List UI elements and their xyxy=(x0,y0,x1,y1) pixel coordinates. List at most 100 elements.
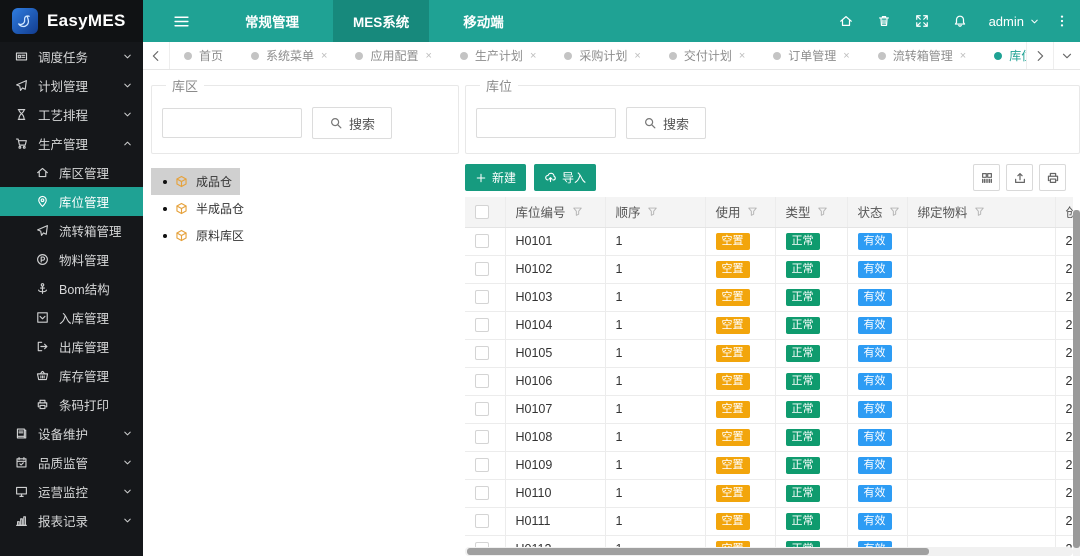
tab-label: 库位管理 xyxy=(1009,47,1026,64)
row-checkbox[interactable] xyxy=(475,262,489,276)
sidebar-item-barcode-print[interactable]: 条码打印 xyxy=(0,390,143,419)
sidebar-item-warehouse-area-management[interactable]: 库区管理 xyxy=(0,158,143,187)
sidebar-item-plan-management[interactable]: 计划管理 xyxy=(0,71,143,100)
sidebar-item-inventory-management[interactable]: 库存管理 xyxy=(0,361,143,390)
filter-funnel-icon[interactable] xyxy=(817,206,828,217)
sidebar-item-report-records[interactable]: 报表记录 xyxy=(0,506,143,535)
collapse-menu-icon[interactable] xyxy=(151,0,211,42)
row-checkbox[interactable] xyxy=(475,374,489,388)
topnav-item-general-management[interactable]: 常规管理 xyxy=(225,0,319,42)
sidebar-item-bom-structure[interactable]: Bom结构 xyxy=(0,274,143,303)
tab-系统菜单[interactable]: 系统菜单 × xyxy=(237,42,341,69)
tab-应用配置[interactable]: 应用配置× xyxy=(341,42,445,69)
import-button[interactable]: 导入 xyxy=(534,164,596,191)
vertical-scrollbar-thumb[interactable] xyxy=(1073,210,1080,548)
area-search-button[interactable]: 搜索 xyxy=(312,107,392,139)
table-row[interactable]: H01081空置正常有效20 xyxy=(465,423,1073,451)
table-row[interactable]: H01091空置正常有效20 xyxy=(465,451,1073,479)
sidebar-item-inbound-management[interactable]: 入库管理 xyxy=(0,303,143,332)
filter-funnel-icon[interactable] xyxy=(974,206,985,217)
tabs-scroll-left-icon[interactable] xyxy=(143,42,170,69)
more-options-icon[interactable] xyxy=(1050,0,1074,42)
table-row[interactable]: H01021空置正常有效20 xyxy=(465,255,1073,283)
notifications-bell-icon[interactable] xyxy=(941,0,979,42)
row-checkbox[interactable] xyxy=(475,402,489,416)
table-row[interactable]: H01101空置正常有效20 xyxy=(465,479,1073,507)
tab-生产计划[interactable]: 生产计划× xyxy=(446,42,550,69)
row-checkbox[interactable] xyxy=(475,318,489,332)
sidebar-item-operation-monitoring[interactable]: 运营监控 xyxy=(0,477,143,506)
type-badge: 正常 xyxy=(786,401,820,418)
row-checkbox[interactable] xyxy=(475,346,489,360)
tab-close-icon[interactable]: × xyxy=(530,50,536,62)
horizontal-scrollbar[interactable] xyxy=(465,547,1073,556)
row-checkbox[interactable] xyxy=(475,458,489,472)
sidebar-item-material-management[interactable]: 物料管理 xyxy=(0,245,143,274)
print-icon[interactable] xyxy=(1039,164,1066,191)
table-row[interactable]: H01031空置正常有效20 xyxy=(465,283,1073,311)
table-row[interactable]: H01051空置正常有效20 xyxy=(465,339,1073,367)
tab-close-icon[interactable]: × xyxy=(739,50,745,62)
status-badge-cell: 有效 xyxy=(847,227,907,255)
tab-label: 系统菜单 xyxy=(266,47,314,64)
tab-库位管理[interactable]: 库位管理× xyxy=(980,42,1026,69)
sidebar-item-warehouse-location-management[interactable]: 库位管理 xyxy=(0,187,143,216)
new-button[interactable]: 新建 xyxy=(465,164,526,191)
topnav-item-mobile[interactable]: 移动端 xyxy=(443,0,524,42)
tab-dot-icon xyxy=(878,52,886,60)
table-row[interactable]: H01041空置正常有效20 xyxy=(465,311,1073,339)
topnav-item-mes-system[interactable]: MES系统 xyxy=(333,0,429,42)
tab-close-icon[interactable]: × xyxy=(634,50,640,62)
filter-funnel-icon[interactable] xyxy=(572,206,583,217)
tab-采购计划[interactable]: 采购计划× xyxy=(550,42,654,69)
row-checkbox[interactable] xyxy=(475,486,489,500)
tab-首页[interactable]: 首页 xyxy=(170,42,237,69)
tabs-scroll-right-icon[interactable] xyxy=(1026,42,1053,69)
location-search-input[interactable] xyxy=(476,108,616,138)
user-menu[interactable]: admin xyxy=(979,14,1050,29)
tree-item-半成品仓[interactable]: 半成品仓 xyxy=(151,195,252,222)
sidebar-item-process-scheduling[interactable]: 工艺排程 xyxy=(0,100,143,129)
row-checkbox[interactable] xyxy=(475,514,489,528)
export-icon[interactable] xyxy=(1006,164,1033,191)
tree-item-成品仓[interactable]: 成品仓 xyxy=(151,168,240,195)
sidebar-item-transfer-box-management[interactable]: 流转箱管理 xyxy=(0,216,143,245)
sidebar-item-quality-supervision[interactable]: 品质监管 xyxy=(0,448,143,477)
home-icon[interactable] xyxy=(827,0,865,42)
filter-funnel-icon[interactable] xyxy=(889,206,900,217)
area-search-input[interactable] xyxy=(162,108,302,138)
clear-cache-icon[interactable] xyxy=(865,0,903,42)
tab-交付计划[interactable]: 交付计划× xyxy=(655,42,759,69)
table-viewport[interactable]: 库位编号顺序使用类型状态绑定物料创 H01011空置正常有效20H01021空置… xyxy=(465,197,1073,548)
sidebar-item-dispatch-tasks[interactable]: 调度任务 xyxy=(0,42,143,71)
row-checkbox[interactable] xyxy=(475,234,489,248)
location-search-button[interactable]: 搜索 xyxy=(626,107,706,139)
table-row[interactable]: H01011空置正常有效20 xyxy=(465,227,1073,255)
vertical-scrollbar[interactable] xyxy=(1073,210,1080,556)
tab-close-icon[interactable]: × xyxy=(843,50,849,62)
columns-filter-icon[interactable] xyxy=(973,164,1000,191)
tree-item-原料库区[interactable]: 原料库区 xyxy=(151,222,252,249)
row-checkbox[interactable] xyxy=(475,430,489,444)
status-badge-cell: 有效 xyxy=(847,255,907,283)
select-all-checkbox[interactable] xyxy=(475,205,489,219)
tab-订单管理[interactable]: 订单管理× xyxy=(759,42,863,69)
column-header-label: 类型 xyxy=(786,202,811,221)
location-order: 1 xyxy=(605,227,705,255)
row-checkbox[interactable] xyxy=(475,290,489,304)
sidebar-item-production-management[interactable]: 生产管理 xyxy=(0,129,143,158)
filter-funnel-icon[interactable] xyxy=(747,206,758,217)
fullscreen-icon[interactable] xyxy=(903,0,941,42)
tab-流转箱管理[interactable]: 流转箱管理× xyxy=(864,42,980,69)
filter-funnel-icon[interactable] xyxy=(647,206,658,217)
table-row[interactable]: H01071空置正常有效20 xyxy=(465,395,1073,423)
sidebar-item-outbound-management[interactable]: 出库管理 xyxy=(0,332,143,361)
sidebar-item-equipment-maintenance[interactable]: 设备维护 xyxy=(0,419,143,448)
tab-close-icon[interactable]: × xyxy=(960,50,966,62)
tab-close-icon[interactable]: × xyxy=(425,50,431,62)
table-row[interactable]: H01061空置正常有效20 xyxy=(465,367,1073,395)
table-row[interactable]: H01111空置正常有效20 xyxy=(465,507,1073,535)
tab-close-icon[interactable]: × xyxy=(321,50,327,62)
horizontal-scrollbar-thumb[interactable] xyxy=(467,548,929,555)
tabs-menu-icon[interactable] xyxy=(1053,42,1080,69)
